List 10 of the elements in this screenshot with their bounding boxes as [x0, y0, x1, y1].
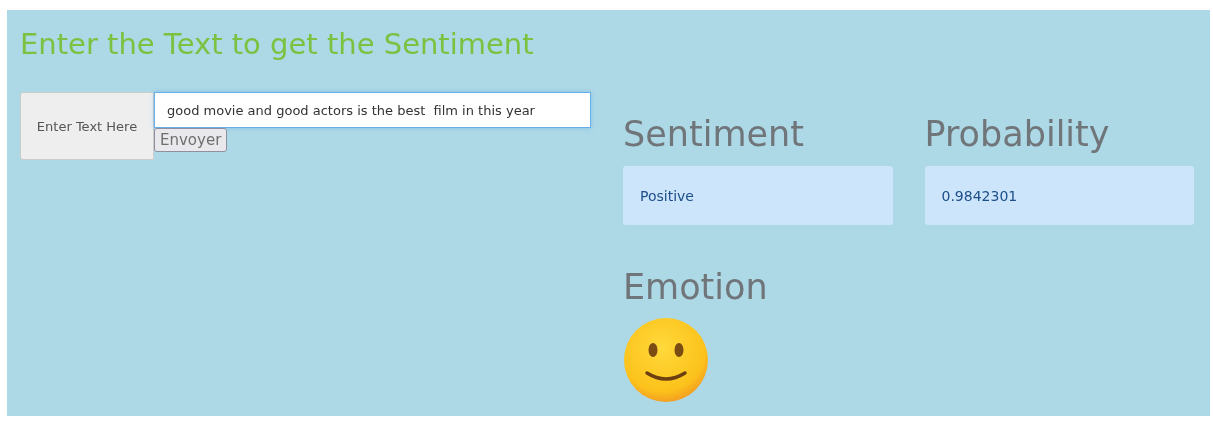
field-label: Enter Text Here	[20, 92, 154, 160]
result-heading: Sentiment	[623, 113, 805, 156]
page-title: Enter the Text to get the Sentiment	[20, 26, 535, 63]
result-value: Positive	[623, 166, 893, 225]
result-heading: Probability	[924, 113, 1111, 156]
smiley-face-icon	[623, 317, 709, 403]
text-input[interactable]: good movie and good actors is the best film in this year	[154, 92, 591, 128]
submit-button[interactable]: Envoyer	[154, 128, 228, 152]
emotion-heading: Emotion	[623, 266, 769, 309]
result-value: 0.9842301	[924, 166, 1194, 225]
